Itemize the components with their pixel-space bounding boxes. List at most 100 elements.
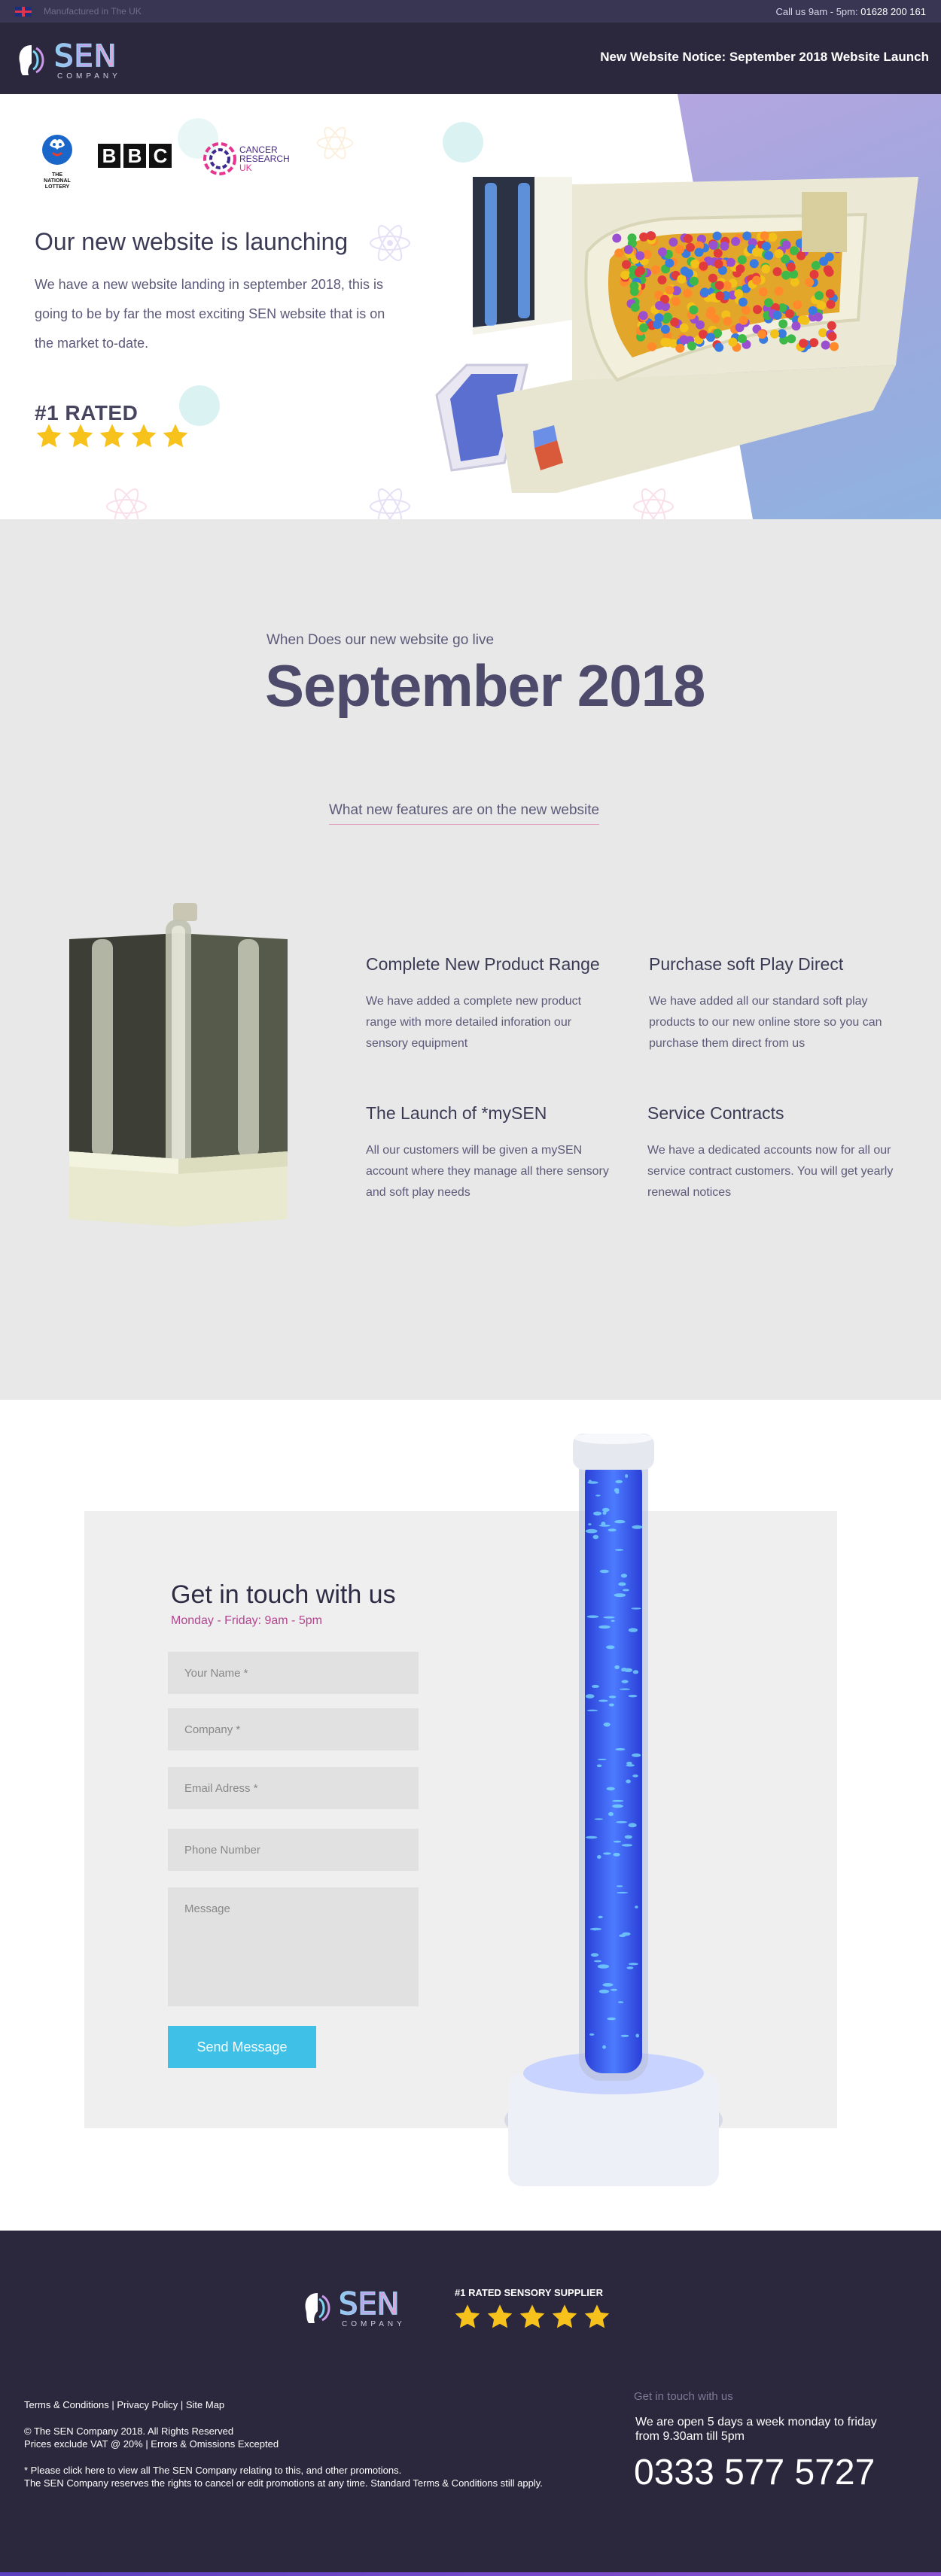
bubble — [597, 1759, 607, 1760]
ball-pit-ball — [622, 260, 631, 269]
bubble — [621, 1668, 626, 1672]
company-field[interactable] — [168, 1708, 419, 1750]
bubble — [620, 1688, 630, 1690]
bubble — [626, 1966, 634, 1969]
features-link[interactable]: What new features are on the new website — [329, 802, 600, 825]
site-footer: SEN COMPANY #1 RATED SENSORY SUPPLIER Te… — [0, 2231, 941, 2576]
hero-section: THE NATIONAL LOTTERY B B C CANCER RESEAR… — [0, 94, 941, 519]
footer-logo[interactable]: SEN COMPANY — [303, 2286, 431, 2331]
footer-phone[interactable]: 0333 577 5727 — [634, 2452, 875, 2493]
star-icon — [163, 424, 188, 448]
hero-lead: We have a new website landing in septemb… — [35, 277, 385, 351]
ball-pit-ball — [819, 257, 829, 266]
ball-pit-ball — [738, 334, 747, 343]
bbc-logo: B B C — [98, 144, 172, 168]
bubble — [606, 1787, 615, 1791]
ball-pit-ball — [660, 324, 670, 334]
footer-promo: * Please click here to view all The SEN … — [24, 2464, 626, 2489]
ball-pit-ball — [825, 289, 835, 299]
footer-logo-subtitle: COMPANY — [342, 2320, 406, 2328]
star-icon — [99, 424, 125, 448]
ball-pit-ball — [706, 333, 715, 342]
ball-pit-ball — [720, 242, 729, 251]
ball-pit-ball — [827, 332, 837, 341]
bubble — [617, 2001, 624, 2003]
copyright-text: © The SEN Company 2018. All Rights Reser… — [24, 2425, 234, 2437]
ball-pit-ball — [827, 321, 836, 330]
ball-pit-ball — [675, 245, 684, 254]
bubble — [586, 1835, 598, 1839]
name-field[interactable] — [168, 1652, 419, 1694]
launch-kicker: When Does our new website go live — [266, 632, 495, 648]
ball-pit-ball — [818, 328, 828, 338]
bubble — [586, 1709, 598, 1711]
bubble — [586, 1615, 599, 1618]
ball-pit-ball — [677, 274, 687, 284]
footer-links: Terms & Conditions | Privacy Policy | Si… — [24, 2399, 225, 2410]
ball-pit-ball — [653, 320, 662, 330]
bubble — [595, 1495, 601, 1497]
bubble — [611, 1620, 615, 1622]
footer-accent-line — [0, 2572, 941, 2576]
cancer-research-logo: CANCER RESEARCH UK — [202, 136, 307, 181]
sitemap-link[interactable]: Site Map — [186, 2399, 224, 2410]
hero-title: Our new website is launching — [35, 228, 349, 255]
ball-pit-ball — [821, 340, 830, 350]
message-field[interactable] — [168, 1887, 419, 2006]
bubble — [622, 1589, 629, 1592]
ball-pit-ball — [790, 246, 799, 256]
bubble — [628, 1628, 638, 1632]
bubble-tube-image — [504, 1434, 723, 2186]
bubble — [597, 1855, 601, 1859]
bubble — [590, 1953, 599, 1957]
ball-pit-ball — [762, 242, 771, 251]
ball-pit-ball — [699, 261, 708, 271]
feature-text: We have a dedicated accounts now for all… — [647, 1144, 894, 1199]
bubble — [616, 1885, 623, 1887]
bubble — [614, 1549, 624, 1551]
feature-title: Complete New Product Range — [366, 954, 600, 974]
terms-link[interactable]: Terms & Conditions — [24, 2399, 109, 2410]
ball-pit-ball — [738, 297, 748, 307]
ball-pit-ball — [772, 310, 782, 320]
feature-text: We have added all our standard soft play… — [649, 995, 882, 1050]
ball-pit-ball — [684, 234, 693, 244]
ball-pit-ball — [809, 269, 819, 279]
site-header: SEN COMPANY New Website Notice: Septembe… — [0, 23, 941, 94]
ball-pit-ball — [708, 273, 717, 283]
bubble — [594, 1818, 604, 1820]
bbc-letter: C — [149, 144, 172, 168]
bubble — [616, 1820, 628, 1823]
bubble — [614, 1593, 626, 1598]
ball-pit-ball — [614, 248, 624, 258]
topbar-phone-link[interactable]: 01628 200 161 — [860, 6, 926, 17]
ball-pit-ball — [680, 266, 690, 276]
bubble — [628, 1963, 638, 1966]
bubble — [597, 1964, 609, 1969]
ball-pit-ball — [713, 248, 723, 258]
bubble — [598, 1699, 608, 1702]
ball-pit-ball — [630, 303, 640, 312]
promo-link[interactable]: * Please click here to view all The SEN … — [24, 2464, 626, 2477]
ball-pit-ball — [742, 231, 752, 241]
bbc-letter: B — [98, 144, 120, 168]
send-message-button[interactable]: Send Message — [168, 2026, 316, 2068]
cancer-research-mark-icon — [203, 142, 236, 175]
ball-pit-ball — [708, 240, 718, 250]
contact-title: Get in touch with us — [171, 1580, 396, 1609]
sen-logo[interactable]: SEN COMPANY — [17, 38, 152, 83]
privacy-link[interactable]: Privacy Policy — [117, 2399, 178, 2410]
ball-pit-ball — [723, 316, 732, 326]
email-field[interactable] — [168, 1767, 419, 1809]
ball-pit-ball — [714, 281, 724, 290]
vat-text: Prices exclude VAT @ 20% | Errors & Omis… — [24, 2438, 279, 2450]
ball-pit-ball — [663, 312, 672, 322]
top-bar: Manufactured in The UK Call us 9am - 5pm… — [0, 0, 941, 23]
star-icon — [36, 424, 62, 448]
phone-field[interactable] — [168, 1829, 419, 1871]
bubble — [596, 1764, 602, 1768]
ball-pit-ball — [657, 275, 667, 284]
ball-pit-ball — [823, 265, 833, 275]
ball-pit-ball — [764, 251, 774, 260]
cr-line-3: UK — [239, 163, 252, 173]
